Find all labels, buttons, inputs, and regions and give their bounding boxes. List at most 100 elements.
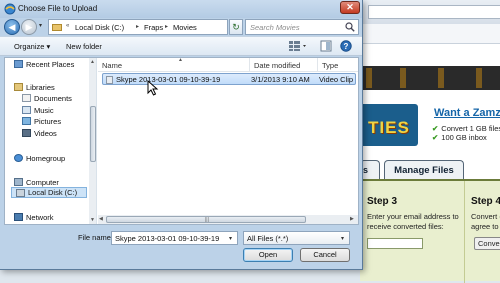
change-view-icon[interactable] (288, 40, 308, 52)
scroll-down-icon[interactable]: ▼ (90, 217, 95, 223)
column-header-date[interactable]: Date modified (250, 58, 318, 72)
cancel-button[interactable]: Cancel (300, 248, 350, 262)
search-placeholder: Search Movies (250, 23, 300, 32)
step4-text: agree to (471, 222, 499, 231)
tab-manage-files[interactable]: Manage Files (384, 160, 464, 179)
choose-file-dialog: Choose File to Upload ✕ ◀ ▶ ▾ « Local Di… (0, 0, 363, 270)
computer-icon (14, 178, 23, 186)
email-field[interactable] (367, 238, 423, 249)
sidebar-item-music[interactable]: Music (5, 105, 89, 116)
dialog-title: Choose File to Upload (18, 4, 98, 13)
folder-icon (52, 24, 62, 31)
ad-bullet-text: 100 GB inbox (441, 133, 487, 142)
ad-title-link[interactable]: Want a Zamz (434, 107, 500, 119)
breadcrumb-separator-icon[interactable]: ▸ (165, 23, 168, 30)
address-bar[interactable]: « Local Disk (C:) ▸ Fraps ▸ Movies ▾ (48, 19, 268, 35)
sidebar-item-label: Local Disk (C:) (28, 188, 78, 197)
svg-text:?: ? (344, 42, 349, 51)
chevron-down-icon: ▾ (341, 236, 345, 242)
pictures-icon (22, 117, 31, 125)
file-list: Name ▲ Date modified Type Skype 2013-03-… (98, 57, 358, 224)
convert-button[interactable]: Convert (474, 237, 500, 250)
file-row[interactable]: Skype 2013-03-01 09-10-39-19 3/1/2013 9:… (102, 73, 356, 85)
recent-pages-dropdown-icon[interactable]: ▾ (39, 22, 42, 29)
local-disk-icon (16, 189, 25, 197)
chevron-down-icon[interactable]: ▾ (229, 235, 232, 242)
step3-title: Step 3 (367, 196, 398, 207)
tab-convert[interactable]: s (360, 160, 380, 179)
sort-ascending-icon: ▲ (178, 57, 183, 63)
dialog-titlebar[interactable]: Choose File to Upload ✕ (0, 0, 362, 18)
breadcrumb-fraps[interactable]: Fraps (144, 23, 163, 32)
new-folder-button[interactable]: New folder (66, 42, 102, 51)
mouse-cursor-icon (147, 80, 159, 96)
search-icon[interactable] (345, 22, 355, 32)
banner-graphic (476, 68, 482, 88)
column-header-type[interactable]: Type (318, 58, 358, 72)
help-icon[interactable]: ? (340, 40, 352, 52)
file-name-field[interactable]: Skype 2013-03-01 09-10-39-19 ▾ (111, 231, 238, 245)
back-arrow-icon[interactable]: ◀ (4, 19, 20, 35)
dialog-toolbar: Organize ▾ New folder ? (0, 36, 362, 56)
column-header-name[interactable]: Name ▲ (98, 57, 250, 72)
homegroup-icon (14, 154, 23, 162)
steps-panel: Step 3 Enter your email address to recei… (360, 179, 500, 283)
recent-places-icon (14, 60, 23, 68)
videos-icon (22, 129, 31, 137)
breadcrumb-separator-icon[interactable]: ▸ (136, 23, 139, 30)
column-header-label: Type (322, 61, 339, 70)
check-icon: ✔ (432, 133, 439, 142)
banner-graphic (438, 68, 444, 88)
organize-button[interactable]: Organize ▾ (14, 42, 50, 51)
step4-title: Step 4 (471, 196, 500, 207)
file-name: Skype 2013-03-01 09-10-39-19 (116, 75, 221, 84)
sidebar-item-label: Documents (34, 94, 72, 103)
scroll-up-icon[interactable]: ▲ (90, 59, 95, 65)
search-input[interactable]: Search Movies (245, 19, 359, 35)
check-icon: ✔ (432, 124, 439, 133)
file-type-select[interactable]: All Files (*.*) ▾ (243, 231, 350, 245)
column-header-label: Name (102, 61, 123, 70)
preview-pane-icon[interactable] (320, 40, 332, 52)
sidebar-item-label: Pictures (34, 117, 62, 126)
scrollbar-thumb[interactable]: ||| (106, 216, 306, 223)
forward-arrow-icon[interactable]: ▶ (21, 19, 37, 35)
sidebar-item-label: Network (26, 213, 54, 222)
sidebar-item-documents[interactable]: Documents (5, 93, 89, 104)
step4-text: Convert ( (471, 212, 500, 221)
libraries-icon (14, 83, 23, 91)
banner-graphic (366, 68, 372, 88)
step3-text: receive converted files: (367, 222, 444, 231)
sidebar-item-label: Recent Places (26, 60, 75, 69)
address-overflow-icon[interactable]: « (66, 23, 69, 29)
sidebar-item-label: Videos (34, 129, 57, 138)
sidebar-item-libraries[interactable]: Libraries (5, 82, 89, 93)
browser-search-field[interactable] (368, 5, 500, 19)
sidebar-item-local-disk[interactable]: Local Disk (C:) (11, 187, 87, 198)
breadcrumb-local-disk[interactable]: Local Disk (C:) (75, 23, 124, 32)
file-list-scrollbar[interactable]: ◀ ||| ▶ (98, 215, 358, 224)
file-browser: Recent Places Libraries Documents Music … (4, 57, 359, 225)
ad-image[interactable]: TIES (360, 104, 418, 146)
sidebar-scrollbar[interactable]: ▲ ▼ (89, 58, 96, 224)
file-type-value: All Files (*.*) (247, 234, 289, 243)
close-button[interactable]: ✕ (340, 1, 360, 14)
scroll-left-icon[interactable]: ◀ (99, 216, 103, 222)
open-button[interactable]: Open (243, 248, 293, 262)
sidebar-item-homegroup[interactable]: Homegroup (5, 153, 89, 164)
file-type: Video Clip (319, 75, 354, 84)
documents-icon (22, 94, 31, 102)
music-icon (22, 106, 31, 114)
scrollbar-thumb[interactable] (90, 106, 96, 162)
sidebar-item-network[interactable]: Network (5, 212, 89, 223)
breadcrumb-movies[interactable]: Movies (173, 23, 197, 32)
refresh-icon[interactable]: ↻ (229, 19, 243, 35)
file-name-value: Skype 2013-03-01 09-10-39-19 (115, 234, 220, 243)
sidebar-item-recent-places[interactable]: Recent Places (5, 59, 89, 70)
sidebar-item-label: Computer (26, 178, 59, 187)
scroll-right-icon[interactable]: ▶ (350, 216, 354, 222)
sidebar-item-videos[interactable]: Videos (5, 128, 89, 139)
ad-bullet: ✔ 100 GB inbox (432, 133, 487, 142)
sidebar-item-pictures[interactable]: Pictures (5, 116, 89, 127)
navigation-pane: Recent Places Libraries Documents Music … (5, 58, 97, 224)
